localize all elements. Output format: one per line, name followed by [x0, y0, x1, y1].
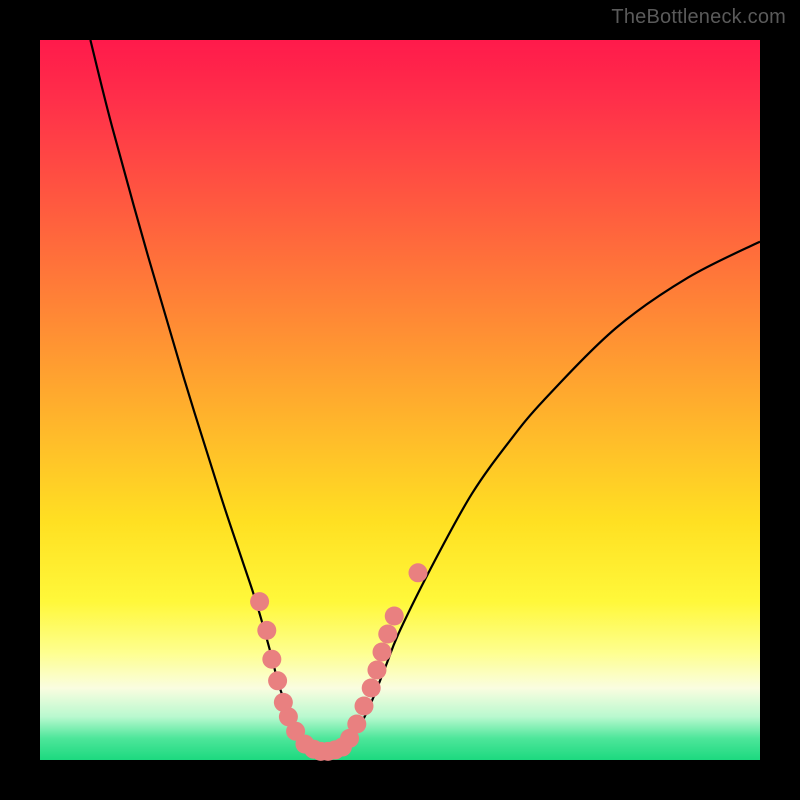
- chart-frame: TheBottleneck.com: [0, 0, 800, 800]
- curve-marker: [355, 697, 374, 716]
- curve-marker: [347, 715, 366, 734]
- curve-marker: [362, 679, 381, 698]
- curve-marker: [378, 625, 397, 644]
- curve-marker: [268, 671, 287, 690]
- curve-svg: [40, 40, 760, 760]
- plot-area: [40, 40, 760, 760]
- curve-marker: [257, 621, 276, 640]
- curve-marker: [250, 592, 269, 611]
- curve-markers: [250, 563, 427, 761]
- curve-marker: [262, 650, 281, 669]
- curve-marker: [373, 643, 392, 662]
- curve-marker: [409, 563, 428, 582]
- bottleneck-curve: [90, 40, 760, 753]
- curve-marker: [367, 661, 386, 680]
- curve-marker: [385, 607, 404, 626]
- watermark-label: TheBottleneck.com: [611, 6, 786, 29]
